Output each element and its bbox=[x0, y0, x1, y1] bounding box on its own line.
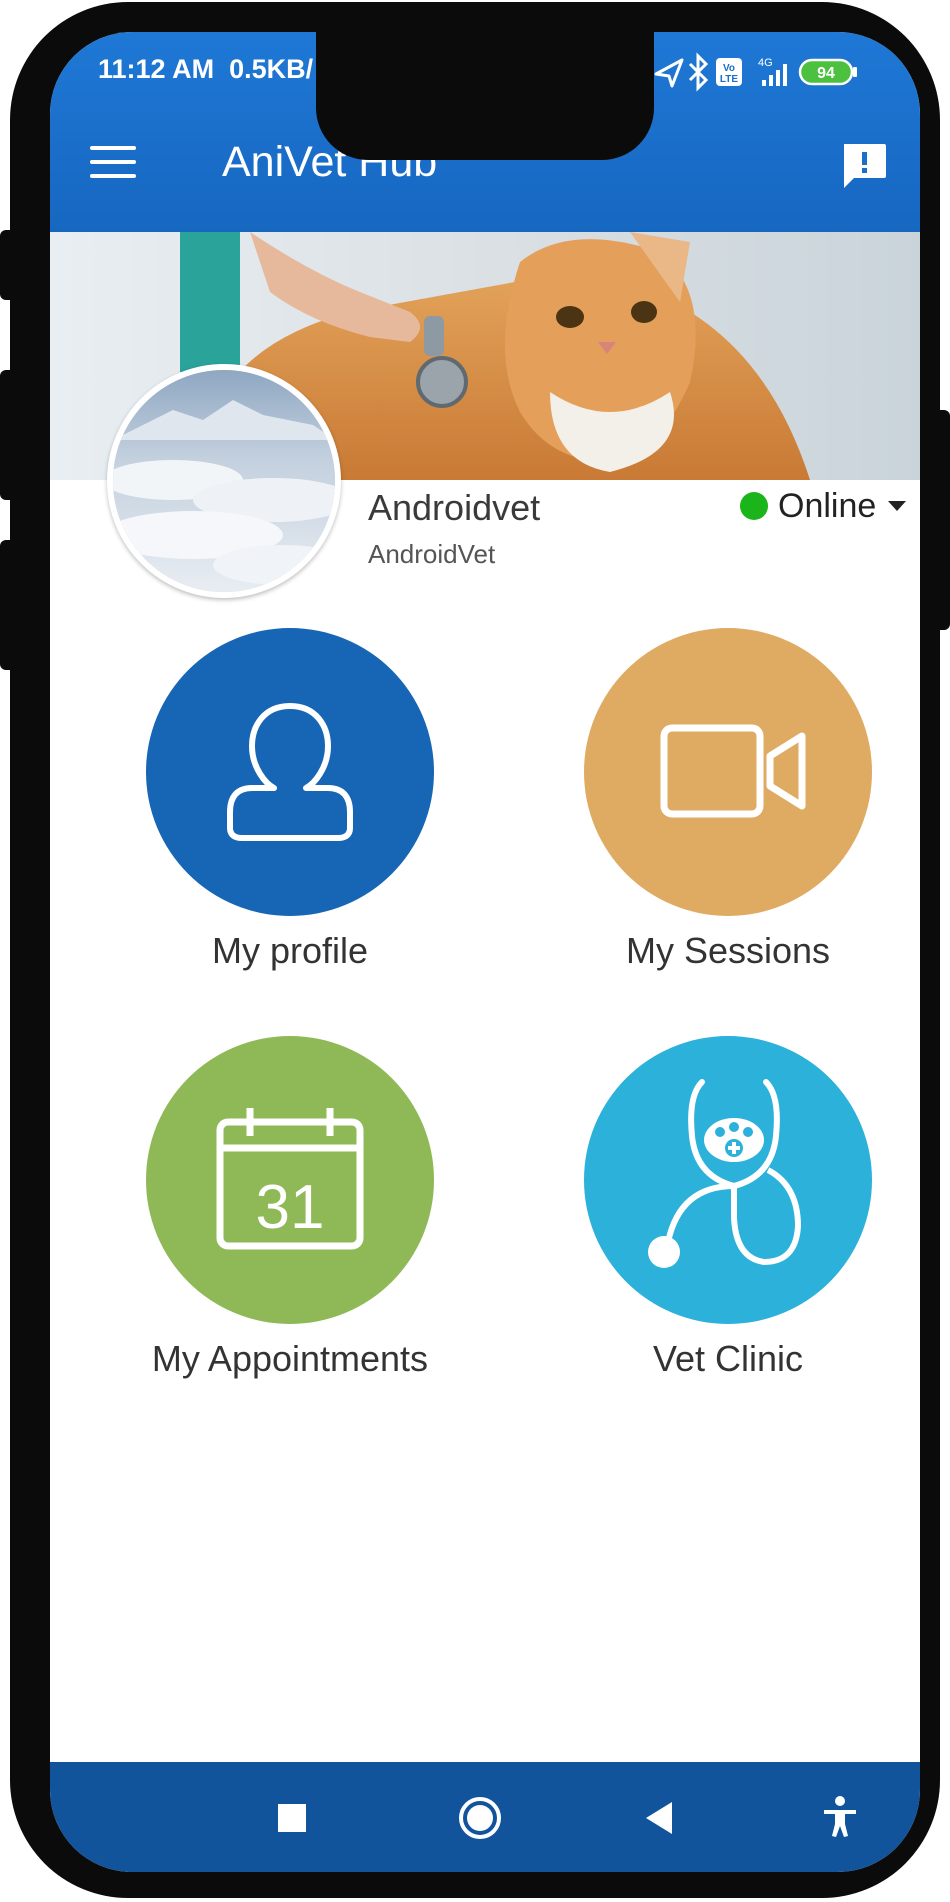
battery-icon: 94 bbox=[798, 58, 857, 86]
status-bar-icons: Vo LTE 4G 94 bbox=[650, 52, 890, 92]
home-icon[interactable] bbox=[450, 1788, 510, 1848]
feedback-icon[interactable] bbox=[838, 140, 890, 192]
tile-my-profile[interactable]: My profile bbox=[110, 628, 470, 972]
hamburger-menu-icon[interactable] bbox=[90, 146, 138, 180]
phone-frame: 11:12 AM 0.5KB/ Vo LTE 4G 94 AniVet Hub … bbox=[10, 2, 940, 1898]
svg-text:Vo: Vo bbox=[723, 63, 735, 74]
tile-label: My profile bbox=[211, 930, 369, 971]
svg-text:31: 31 bbox=[256, 1173, 325, 1242]
stethoscope-paw-icon bbox=[584, 1036, 872, 1324]
volte-icon: Vo LTE bbox=[716, 58, 742, 86]
status-time: 11:12 AM bbox=[98, 54, 215, 84]
avatar[interactable] bbox=[107, 364, 341, 598]
calendar-icon: 31 bbox=[146, 1036, 434, 1324]
online-status-dot bbox=[740, 492, 768, 520]
tile-vet-clinic[interactable]: Vet Clinic bbox=[548, 1036, 908, 1380]
status-bar-left: 11:12 AM 0.5KB/ bbox=[98, 54, 313, 85]
phone-notch bbox=[316, 32, 654, 160]
user-name: Androidvet bbox=[368, 487, 541, 528]
svg-text:94: 94 bbox=[817, 65, 835, 82]
system-nav-bar bbox=[50, 1762, 920, 1872]
tile-label: My Appointments bbox=[151, 1338, 429, 1379]
tile-label: My Sessions bbox=[625, 930, 831, 971]
chevron-down-icon bbox=[888, 501, 907, 511]
location-arrow-icon bbox=[654, 58, 684, 88]
back-icon[interactable] bbox=[630, 1788, 690, 1848]
tile-my-appointments[interactable]: 31 My Appointments bbox=[110, 1036, 470, 1380]
user-icon bbox=[146, 628, 434, 916]
tile-label: Vet Clinic bbox=[652, 1338, 804, 1379]
online-status-dropdown[interactable]: Online bbox=[740, 484, 907, 528]
bluetooth-icon bbox=[688, 52, 709, 92]
recents-icon[interactable] bbox=[262, 1788, 322, 1848]
video-camera-icon bbox=[584, 628, 872, 916]
user-handle: AndroidVet bbox=[368, 539, 496, 569]
status-speed: 0.5KB/ bbox=[229, 54, 314, 84]
online-status-label: Online bbox=[778, 486, 877, 525]
svg-text:LTE: LTE bbox=[720, 74, 738, 85]
tile-my-sessions[interactable]: My Sessions bbox=[548, 628, 908, 972]
accessibility-icon[interactable] bbox=[810, 1788, 870, 1848]
signal-4g-icon: 4G bbox=[758, 57, 787, 86]
phone-screen: 11:12 AM 0.5KB/ Vo LTE 4G 94 AniVet Hub … bbox=[50, 32, 920, 1872]
svg-text:4G: 4G bbox=[758, 57, 773, 69]
